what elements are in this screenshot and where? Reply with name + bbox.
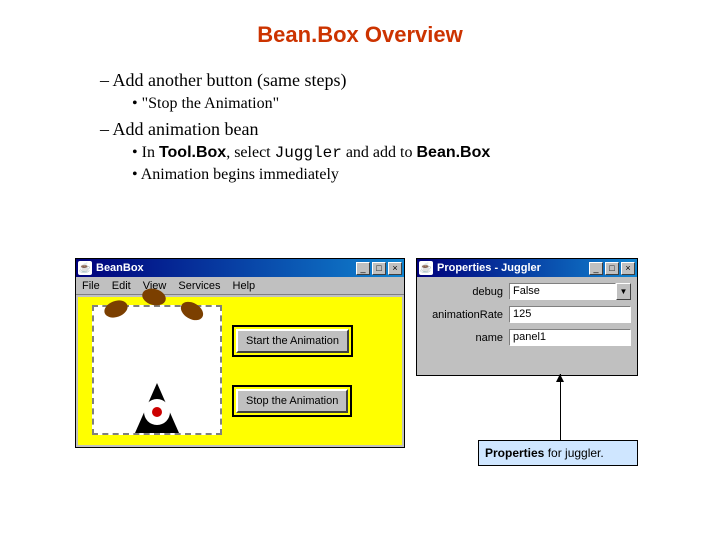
- property-row: debug False ▼: [421, 283, 631, 300]
- property-label: name: [421, 332, 509, 344]
- menu-help[interactable]: Help: [233, 280, 256, 292]
- menu-file[interactable]: File: [82, 280, 100, 292]
- bean-icon: [178, 298, 207, 324]
- chevron-down-icon[interactable]: ▼: [616, 283, 631, 300]
- properties-client: debug False ▼ animationRate 125 name pan…: [417, 277, 637, 358]
- menu-services[interactable]: Services: [178, 280, 220, 292]
- bullet-1a: "Stop the Animation": [132, 95, 720, 113]
- maximize-button[interactable]: □: [605, 262, 619, 275]
- property-row: name panel1: [421, 329, 631, 346]
- start-animation-button[interactable]: Start the Animation: [236, 329, 349, 353]
- bullet-2: Add animation bean: [100, 119, 720, 140]
- java-icon: ☕: [419, 261, 433, 275]
- callout-text: for juggler.: [544, 446, 603, 460]
- beanbox-canvas[interactable]: Start the Animation Stop the Animation: [78, 297, 402, 445]
- java-icon: ☕: [78, 261, 92, 275]
- menu-edit[interactable]: Edit: [112, 280, 131, 292]
- beanbox-menubar: File Edit View Services Help: [76, 277, 404, 295]
- slide-title: Bean.Box Overview: [0, 0, 720, 48]
- beanbox-window: ☕ BeanBox _ □ × File Edit View Services …: [75, 258, 405, 448]
- close-button[interactable]: ×: [621, 262, 635, 275]
- duke-icon: [127, 353, 187, 433]
- bullet-1: Add another button (same steps): [100, 70, 720, 91]
- properties-title: Properties - Juggler: [437, 262, 589, 274]
- maximize-button[interactable]: □: [372, 262, 386, 275]
- debug-select[interactable]: False: [509, 283, 616, 300]
- close-button[interactable]: ×: [388, 262, 402, 275]
- bullet-2a: In Tool.Box, select Juggler and add to B…: [132, 144, 720, 162]
- callout-bold: Properties: [485, 446, 544, 460]
- minimize-button[interactable]: _: [356, 262, 370, 275]
- property-label: animationRate: [421, 309, 509, 321]
- property-row: animationRate 125: [421, 306, 631, 323]
- callout-line: [560, 374, 561, 440]
- bean-icon: [102, 297, 130, 320]
- beanbox-title: BeanBox: [96, 262, 356, 274]
- stop-animation-button[interactable]: Stop the Animation: [236, 389, 348, 413]
- animation-rate-input[interactable]: 125: [509, 306, 631, 323]
- juggler-bean[interactable]: [92, 305, 222, 435]
- bullet-list: Add another button (same steps) "Stop th…: [100, 70, 720, 184]
- minimize-button[interactable]: _: [589, 262, 603, 275]
- property-label: debug: [421, 286, 509, 298]
- callout-box: Properties for juggler.: [478, 440, 638, 466]
- properties-window: ☕ Properties - Juggler _ □ × debug False…: [416, 258, 638, 376]
- beanbox-titlebar[interactable]: ☕ BeanBox _ □ ×: [76, 259, 404, 277]
- properties-titlebar[interactable]: ☕ Properties - Juggler _ □ ×: [417, 259, 637, 277]
- bullet-2b: Animation begins immediately: [132, 166, 720, 184]
- name-input[interactable]: panel1: [509, 329, 631, 346]
